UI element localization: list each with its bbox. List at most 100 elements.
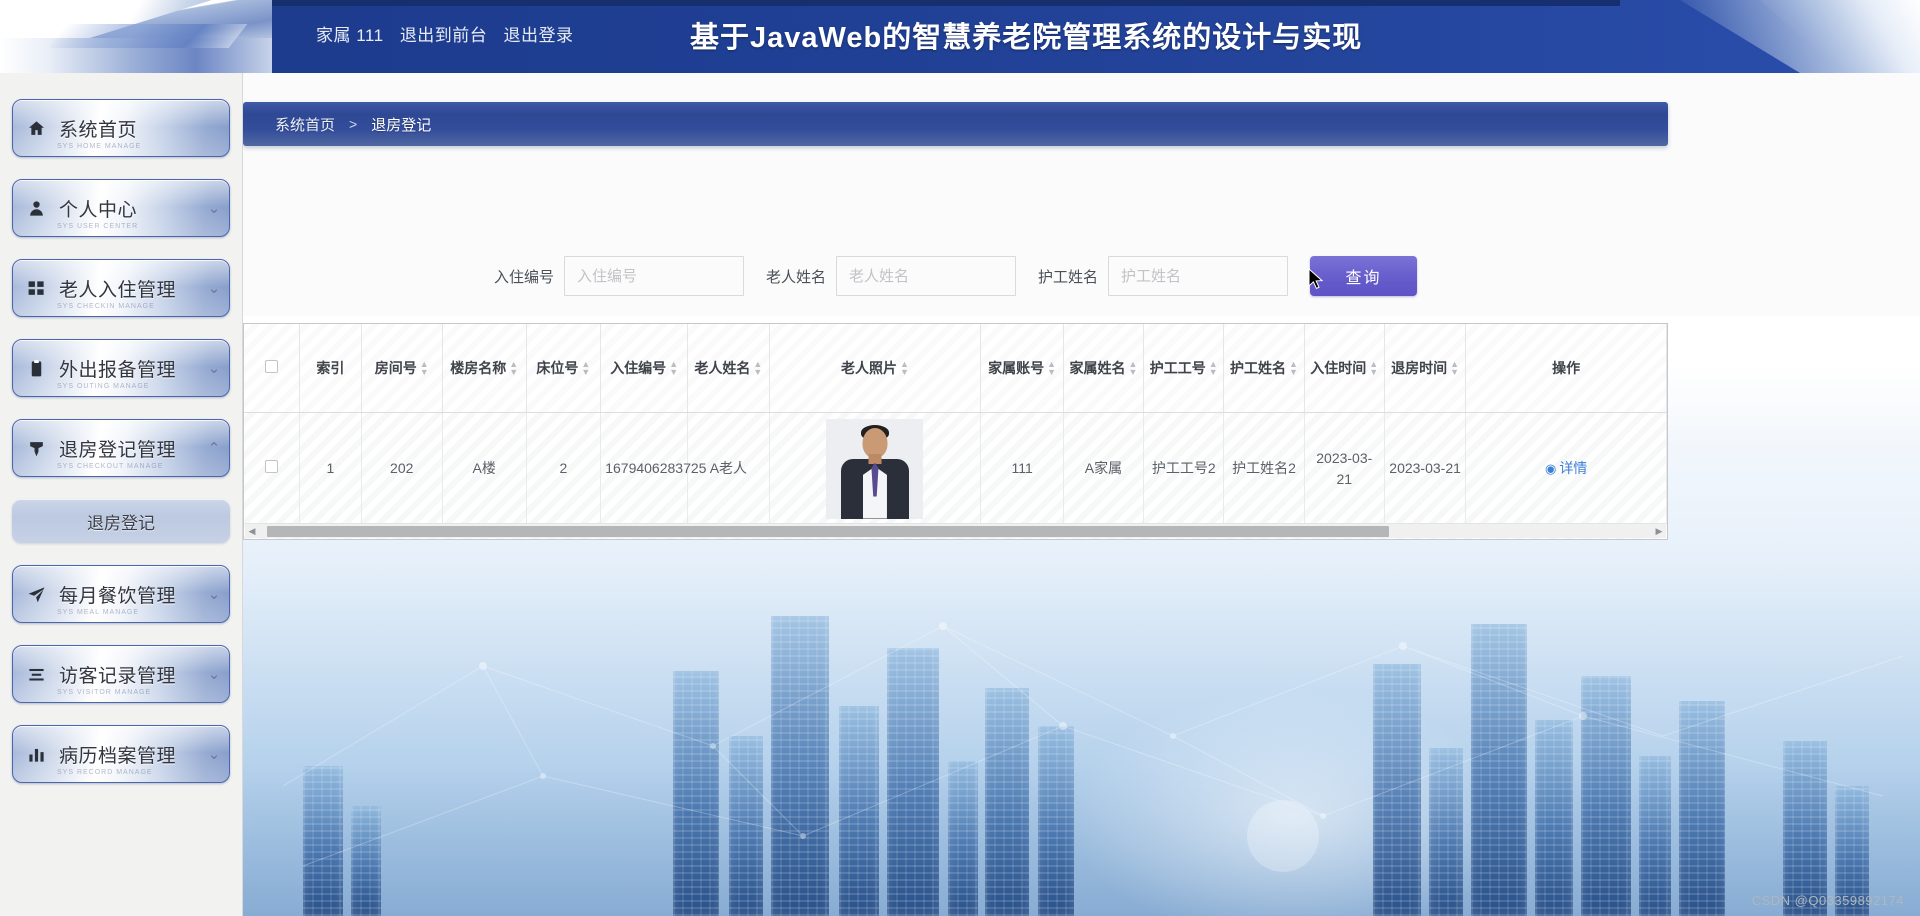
sidebar-item-label: 退房登记管理 <box>59 439 177 461</box>
column-family-name[interactable]: 家属姓名 ▲ ▼ <box>1063 324 1145 413</box>
column-label: 操作 <box>1552 359 1581 376</box>
exit-to-front-link[interactable]: 退出到前台 <box>400 26 488 45</box>
sidebar-item-label: 老人入住管理 <box>59 279 177 301</box>
sidebar-item-outing-report[interactable]: 外出报备管理 ⌄ SYS OUTING MANAGE <box>12 339 230 397</box>
sidebar-item-medical-record[interactable]: 病历档案管理 ⌄ SYS RECORD MANAGE <box>12 725 230 783</box>
scrollbar-thumb[interactable] <box>267 525 1389 537</box>
data-table-scroll-area[interactable]: 索引 房间号 ▲ ▼ 楼房名称 ▲ ▼ 床位号 ▲ ▼ 入住编号 ▲ ▼ 老人姓… <box>244 324 1667 524</box>
header-user-name: 家属 111 <box>316 26 384 45</box>
detail-button-label: 详情 <box>1559 460 1588 477</box>
elder-name-input[interactable] <box>836 256 1016 296</box>
column-label: 家属姓名 <box>1069 359 1126 376</box>
chevron-down-icon: ⌄ <box>207 200 221 217</box>
sidebar-subitem-label: 退房登记 <box>87 513 155 533</box>
column-label: 房间号 <box>374 359 417 376</box>
scroll-left-arrow[interactable]: ◀ <box>245 526 259 537</box>
sidebar-item-label: 每月餐饮管理 <box>59 585 177 607</box>
cell-nurse-no: 护工工号2 <box>1143 412 1225 524</box>
scroll-right-arrow[interactable]: ▶ <box>1652 526 1666 537</box>
column-label: 家属账号 <box>988 359 1045 376</box>
sidebar-item-label: 系统首页 <box>59 119 138 141</box>
field-checkin-id: 入住编号 <box>494 256 744 296</box>
column-nurse-name[interactable]: 护工姓名 ▲ ▼ <box>1223 324 1305 413</box>
sidebar-item-label: 个人中心 <box>59 199 138 221</box>
sort-icon[interactable]: ▲ ▼ <box>900 360 909 376</box>
sidebar-item-personal-center[interactable]: 个人中心 ⌄ SYS USER CENTER <box>12 179 230 237</box>
sort-icon[interactable]: ▲ ▼ <box>1047 360 1056 376</box>
sort-icon[interactable]: ▲ ▼ <box>1450 360 1459 376</box>
column-label: 护工姓名 <box>1230 359 1286 376</box>
column-checkin-id[interactable]: 入住编号 ▲ ▼ <box>600 324 689 413</box>
table-row[interactable]: 1 202 A楼 2 1679406283725 A老人 111 A家属 护工工… <box>244 412 1667 524</box>
column-checkout-time[interactable]: 退房时间 ▲ ▼ <box>1384 324 1467 413</box>
sidebar-item-ghost-text: SYS OUTING MANAGE <box>57 383 150 390</box>
chevron-down-icon: ⌄ <box>207 586 221 603</box>
sort-icon[interactable]: ▲ ▼ <box>753 360 762 376</box>
sidebar-subitem-checkout-registration[interactable]: 退房登记 <box>12 499 230 543</box>
checkin-id-input[interactable] <box>563 256 744 296</box>
chevron-up-icon: ⌃ <box>207 440 221 457</box>
sidebar: 系统首页 SYS HOME MANAGE 个人中心 ⌄ SYS USER CEN… <box>0 73 243 916</box>
list-icon <box>13 665 59 684</box>
cell-family-name: A家属 <box>1063 412 1145 524</box>
cell-room-no: 202 <box>361 412 443 524</box>
sidebar-item-label: 外出报备管理 <box>59 359 177 381</box>
sidebar-item-visitor-record[interactable]: 访客记录管理 ⌄ SYS VISITOR MANAGE <box>12 645 230 703</box>
eye-icon: ◉ <box>1544 460 1557 476</box>
column-bed-no[interactable]: 床位号 ▲ ▼ <box>526 324 602 413</box>
sort-icon[interactable]: ▲ ▼ <box>420 360 429 376</box>
search-form: 入住编号 老人姓名 护工姓名 查询 <box>243 246 1668 306</box>
nurse-name-input[interactable] <box>1108 256 1289 296</box>
column-checkin-time[interactable]: 入住时间 ▲ ▼ <box>1304 324 1385 413</box>
header-user-bar: 家属 111 退出到前台 退出登录 <box>316 21 574 46</box>
app-title: 基于JavaWeb的智慧养老院管理系统的设计与实现 <box>690 22 1363 54</box>
sidebar-item-label: 访客记录管理 <box>59 665 177 687</box>
cell-elder-photo[interactable] <box>769 412 982 524</box>
logout-link[interactable]: 退出登录 <box>504 26 574 45</box>
detail-button[interactable]: ◉ 详情 <box>1545 458 1587 479</box>
field-elder-name: 老人姓名 <box>766 256 1016 296</box>
sidebar-item-monthly-meal[interactable]: 每月餐饮管理 ⌄ SYS MEAL MANAGE <box>12 565 230 623</box>
sidebar-item-label: 病历档案管理 <box>59 745 177 767</box>
column-room-no[interactable]: 房间号 ▲ ▼ <box>361 324 443 413</box>
sidebar-item-ghost-text: SYS MEAL MANAGE <box>57 609 140 616</box>
sort-icon[interactable]: ▲ ▼ <box>1369 360 1378 376</box>
column-building[interactable]: 楼房名称 ▲ ▼ <box>442 324 527 413</box>
elder-photo-image[interactable] <box>826 418 924 519</box>
column-nurse-no[interactable]: 护工工号 ▲ ▼ <box>1143 324 1225 413</box>
row-select-cell[interactable] <box>244 412 301 524</box>
sort-icon[interactable]: ▲ ▼ <box>509 360 518 376</box>
chevron-down-icon: ⌄ <box>207 746 221 763</box>
sidebar-item-home[interactable]: 系统首页 SYS HOME MANAGE <box>12 99 230 157</box>
column-family-account[interactable]: 家属账号 ▲ ▼ <box>980 324 1064 413</box>
scrollbar-track[interactable] <box>259 524 1652 539</box>
cell-nurse-name: 护工姓名2 <box>1223 412 1305 524</box>
chart-icon <box>13 745 59 764</box>
cell-action[interactable]: ◉ 详情 <box>1465 412 1667 524</box>
sort-icon[interactable]: ▲ ▼ <box>669 360 678 376</box>
sort-icon[interactable]: ▲ ▼ <box>1209 360 1218 376</box>
data-table: 索引 房间号 ▲ ▼ 楼房名称 ▲ ▼ 床位号 ▲ ▼ 入住编号 ▲ ▼ 老人姓… <box>244 324 1667 524</box>
sort-icon[interactable]: ▲ ▼ <box>581 360 590 376</box>
column-label: 退房时间 <box>1391 359 1448 376</box>
header-top-rule <box>272 0 1620 6</box>
sort-icon[interactable]: ▲ ▼ <box>1289 360 1298 376</box>
table-horizontal-scrollbar[interactable]: ◀ ▶ <box>245 523 1666 538</box>
sort-icon[interactable]: ▲ ▼ <box>1128 360 1138 376</box>
cell-family-account: 111 <box>980 412 1064 524</box>
breadcrumb-home-link[interactable]: 系统首页 <box>275 114 335 135</box>
sidebar-item-elder-checkin[interactable]: 老人入住管理 ⌄ SYS CHECKIN MANAGE <box>12 259 230 317</box>
row-checkbox[interactable] <box>265 460 279 473</box>
search-button[interactable]: 查询 <box>1310 256 1418 296</box>
select-all-header[interactable] <box>244 324 301 413</box>
cell-checkin-time: 2023-03-21 <box>1304 412 1385 524</box>
sidebar-item-checkout-manage[interactable]: 退房登记管理 ⌃ SYS CHECKOUT MANAGE <box>12 419 230 477</box>
table-header-row: 索引 房间号 ▲ ▼ 楼房名称 ▲ ▼ 床位号 ▲ ▼ 入住编号 ▲ ▼ 老人姓… <box>244 324 1667 413</box>
column-label: 护工工号 <box>1149 359 1206 376</box>
elder-name-label: 老人姓名 <box>765 268 826 286</box>
column-elder-name[interactable]: 老人姓名 ▲ ▼ <box>687 324 770 413</box>
breadcrumb: 系统首页 > 退房登记 <box>243 102 1668 146</box>
network-lines-decoration <box>282 622 1904 872</box>
column-photo[interactable]: 老人照片 ▲ ▼ <box>769 324 982 413</box>
select-all-checkbox[interactable] <box>265 359 279 373</box>
